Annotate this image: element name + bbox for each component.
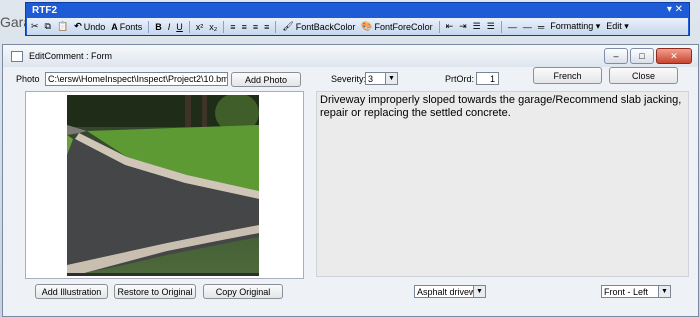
- rtf-toolbar-window: RTF2 ▾ ✕ ✂ ⧉ 📋 ↶ Undo A Fonts B I U x² x₂ …: [25, 2, 690, 36]
- rtf-toolbar-title: RTF2: [32, 5, 57, 16]
- font-fore-color-label: FontForeColor: [374, 21, 433, 32]
- line-icon[interactable]: —: [508, 22, 517, 32]
- minimize-icon: –: [613, 51, 619, 61]
- cut-icon[interactable]: ✂: [31, 21, 39, 32]
- toolbar-separator: [188, 20, 190, 33]
- severity-value: 3: [368, 74, 374, 84]
- driveway-photo: [67, 95, 259, 276]
- undo-button[interactable]: ↶ Undo: [74, 21, 105, 32]
- align-center-icon[interactable]: ≡: [242, 22, 247, 32]
- chevron-down-icon[interactable]: ▼: [658, 286, 670, 297]
- align-right-icon[interactable]: ≡: [253, 22, 258, 32]
- numbered-list-icon[interactable]: ☰: [473, 21, 481, 32]
- toolbar-separator: [438, 20, 440, 33]
- category-select[interactable]: Asphalt driveway ▼: [414, 285, 486, 298]
- toolbar-separator: [275, 20, 277, 33]
- close-window-button[interactable]: ✕: [656, 48, 692, 64]
- severity-label: Severity:: [331, 74, 367, 84]
- photo-label: Photo: [16, 74, 40, 84]
- formatting-menu[interactable]: Formatting ▾: [550, 21, 600, 32]
- toolbar-separator: [148, 20, 150, 33]
- window-buttons: – □ ✕: [604, 48, 692, 64]
- close-button[interactable]: Close: [609, 67, 678, 84]
- form-icon: [11, 50, 23, 62]
- font-back-color-button[interactable]: 🖌 FontBackColor: [282, 21, 355, 32]
- rtf-window-controls[interactable]: ▾ ✕: [667, 4, 683, 15]
- french-button[interactable]: French: [533, 67, 602, 84]
- undo-label: Undo: [83, 21, 106, 32]
- toolbar-separator: [500, 20, 502, 33]
- font-icon: A: [111, 21, 118, 32]
- palette-icon: 🎨: [361, 21, 373, 31]
- font-fore-color-button[interactable]: 🎨 FontForeColor: [361, 21, 432, 32]
- comment-textarea[interactable]: Driveway improperly sloped towards the g…: [316, 91, 689, 277]
- underline-label: U: [176, 21, 183, 32]
- line-icon[interactable]: —: [523, 22, 532, 32]
- driveway-image: [67, 95, 259, 276]
- rtf-toolbar: ✂ ⧉ 📋 ↶ Undo A Fonts B I U x² x₂ ≡ ≡ ≡ ≡ 🖌…: [27, 18, 688, 35]
- paint-bucket-icon: 🖌: [282, 21, 294, 31]
- undo-icon: ↶: [74, 21, 82, 31]
- align-left-icon[interactable]: ≡: [230, 22, 235, 32]
- outdent-icon[interactable]: ⇤: [446, 21, 454, 32]
- paste-icon[interactable]: 📋: [57, 21, 68, 32]
- maximize-button[interactable]: □: [630, 48, 654, 64]
- bold-button[interactable]: B: [155, 22, 162, 32]
- edit-menu[interactable]: Edit ▾: [606, 21, 629, 32]
- window-titlebar: EditComment : Form: [3, 45, 698, 67]
- italic-label: I: [167, 21, 171, 32]
- severity-select[interactable]: 3 ▼: [365, 72, 398, 85]
- font-back-color-label: FontBackColor: [295, 21, 356, 32]
- photo-path-field[interactable]: C:\ersw\HomeInspect\Inspect\Project2\10.…: [45, 72, 228, 86]
- close-icon: ✕: [670, 50, 678, 61]
- window-title: EditComment : Form: [29, 51, 113, 61]
- add-illustration-button[interactable]: Add Illustration: [35, 284, 108, 299]
- double-line-icon[interactable]: ═: [538, 22, 544, 32]
- toolbar-separator: [223, 20, 225, 33]
- location-select[interactable]: Front - Left ▼: [601, 285, 671, 298]
- subscript-button[interactable]: x₂: [209, 22, 217, 32]
- justify-icon[interactable]: ≡: [264, 22, 269, 32]
- fonts-button[interactable]: A Fonts: [111, 22, 142, 32]
- bullet-list-icon[interactable]: ☰: [487, 21, 495, 32]
- photo-frame: [25, 91, 304, 279]
- prtord-field[interactable]: 1: [476, 72, 499, 85]
- underline-button[interactable]: U: [176, 22, 183, 32]
- fonts-label: Fonts: [119, 21, 143, 32]
- edit-comment-window: EditComment : Form – □ ✕ Photo C:\ersw\H…: [2, 44, 699, 317]
- location-value: Front - Left: [604, 287, 649, 297]
- copy-icon[interactable]: ⧉: [45, 21, 51, 32]
- bold-label: B: [155, 21, 162, 32]
- indent-icon[interactable]: ⇥: [459, 21, 467, 32]
- superscript-button[interactable]: x²: [196, 22, 204, 32]
- minimize-button[interactable]: –: [604, 48, 628, 64]
- prtord-label: PrtOrd:: [445, 74, 475, 84]
- copy-original-button[interactable]: Copy Original: [203, 284, 283, 299]
- maximize-icon: □: [639, 51, 645, 61]
- chevron-down-icon[interactable]: ▼: [473, 286, 485, 297]
- add-photo-button[interactable]: Add Photo: [231, 72, 301, 87]
- restore-original-button[interactable]: Restore to Original: [114, 284, 196, 299]
- chevron-down-icon[interactable]: ▼: [385, 73, 397, 84]
- italic-button[interactable]: I: [168, 22, 171, 32]
